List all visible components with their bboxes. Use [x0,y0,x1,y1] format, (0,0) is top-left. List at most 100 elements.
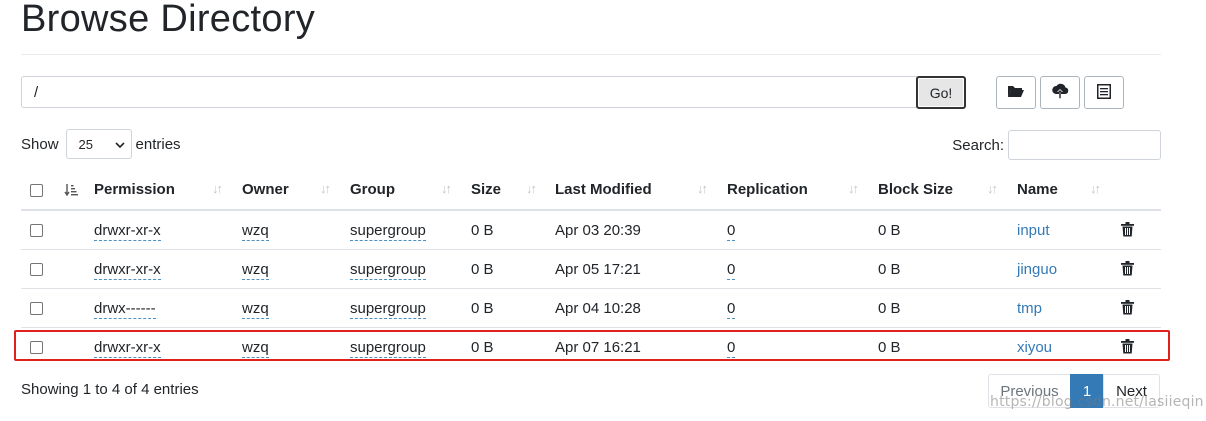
permission-value[interactable]: drwxr-xr-x [94,338,161,358]
title-divider [21,54,1161,55]
permission-value[interactable]: drwxr-xr-x [94,260,161,280]
row-checkbox[interactable] [30,263,43,277]
group-cell: supergroup [350,288,471,328]
column-label: Name [1017,181,1058,198]
column-header-permission[interactable]: Permission ↓↑ [94,170,242,211]
permission-value[interactable]: drwx------ [94,299,156,319]
delete-cell [1117,249,1161,289]
row-checkbox[interactable] [30,302,43,316]
trash-icon[interactable] [1117,338,1134,356]
block-size-cell: 0 B [878,249,1017,289]
owner-value[interactable]: wzq [242,260,269,280]
replication-value[interactable]: 0 [727,338,736,358]
directory-table: Permission ↓↑ Owner ↓↑ Group ↓↑ Size ↓↑ Last… [21,170,1161,366]
row-spacer-cell [62,327,94,366]
sort-icon: ↓↑ [441,181,452,196]
folder-open-icon [1007,84,1025,101]
sort-icon: ↓↑ [212,181,223,196]
row-select-cell [21,249,62,289]
group-value[interactable]: supergroup [350,338,426,358]
column-header-replication[interactable]: Replication ↓↑ [727,170,878,211]
column-label: Permission [94,181,175,198]
watermark: https://blog.csdn.net/lasiieqin [990,394,1204,410]
permission-cell: drwxr-xr-x [94,327,242,366]
group-value[interactable]: supergroup [350,221,426,241]
owner-cell: wzq [242,288,350,328]
column-header-group[interactable]: Group ↓↑ [350,170,471,211]
delete-cell [1117,327,1161,366]
replication-value[interactable]: 0 [727,221,736,241]
create-directory-button[interactable] [996,76,1036,109]
entries-per-page-select[interactable]: 25 [65,129,132,159]
size-cell: 0 B [471,288,555,328]
column-label: Replication [727,181,808,198]
column-header-name[interactable]: Name ↓↑ [1017,170,1117,211]
name-cell: xiyou [1017,327,1117,366]
last-modified-cell: Apr 07 16:21 [555,327,727,366]
replication-cell: 0 [727,288,878,328]
column-header-block-size[interactable]: Block Size ↓↑ [878,170,1017,211]
column-label: Size [471,181,502,198]
default-sort-header[interactable] [62,170,94,211]
select-all-cell [21,170,62,211]
owner-value[interactable]: wzq [242,299,269,319]
sort-icon: ↓↑ [320,181,331,196]
column-header-last-modified[interactable]: Last Modified ↓↑ [555,170,727,211]
sort-icon: ↓↑ [526,181,537,196]
name-link[interactable]: tmp [1017,300,1042,317]
row-checkbox[interactable] [30,341,43,355]
owner-cell: wzq [242,249,350,289]
row-checkbox[interactable] [30,224,43,238]
table-row: drwxr-xr-x wzq supergroup 0 B Apr 05 17:… [21,249,1161,289]
sort-icon: ↓↑ [987,181,998,196]
table-info: Showing 1 to 4 of 4 entries [21,381,199,398]
delete-cell [1117,210,1161,250]
row-spacer-cell [62,288,94,328]
name-link[interactable]: jinguo [1017,261,1057,278]
permission-cell: drwx------ [94,288,242,328]
owner-value[interactable]: wzq [242,338,269,358]
table-header-row: Permission ↓↑ Owner ↓↑ Group ↓↑ Size ↓↑ Last… [21,170,1161,211]
size-cell: 0 B [471,249,555,289]
permission-cell: drwxr-xr-x [94,210,242,250]
owner-value[interactable]: wzq [242,221,269,241]
trash-icon[interactable] [1117,221,1134,239]
group-value[interactable]: supergroup [350,299,426,319]
row-spacer-cell [62,249,94,289]
column-label: Last Modified [555,181,652,198]
column-header-size[interactable]: Size ↓↑ [471,170,555,211]
chevron-down-icon [114,137,125,152]
trash-icon[interactable] [1117,299,1134,317]
column-header-owner[interactable]: Owner ↓↑ [242,170,350,211]
go-button[interactable]: Go! [916,76,966,109]
table-row: drwxr-xr-x wzq supergroup 0 B Apr 07 16:… [21,327,1161,366]
cut-paste-list-button[interactable] [1084,76,1124,109]
name-link[interactable]: input [1017,222,1050,239]
column-label: Group [350,181,395,198]
page-title: Browse Directory [21,0,316,40]
directory-path-input[interactable] [21,76,917,108]
sort-icon: ↓↑ [1090,181,1101,196]
row-spacer-cell [62,210,94,250]
replication-value[interactable]: 0 [727,299,736,319]
replication-cell: 0 [727,210,878,250]
search-control: Search: [952,130,1161,160]
upload-button[interactable] [1040,76,1080,109]
group-cell: supergroup [350,249,471,289]
block-size-cell: 0 B [878,327,1017,366]
permission-value[interactable]: drwxr-xr-x [94,221,161,241]
delete-cell [1117,288,1161,328]
name-link[interactable]: xiyou [1017,339,1052,356]
sort-icon: ↓↑ [697,181,708,196]
replication-value[interactable]: 0 [727,260,736,280]
owner-cell: wzq [242,210,350,250]
trash-icon[interactable] [1117,260,1134,278]
last-modified-cell: Apr 05 17:21 [555,249,727,289]
group-value[interactable]: supergroup [350,260,426,280]
select-all-checkbox[interactable] [30,183,43,197]
actions-header [1117,170,1161,211]
replication-cell: 0 [727,327,878,366]
search-input[interactable] [1008,130,1161,160]
block-size-cell: 0 B [878,221,901,239]
list-icon [1097,83,1111,102]
